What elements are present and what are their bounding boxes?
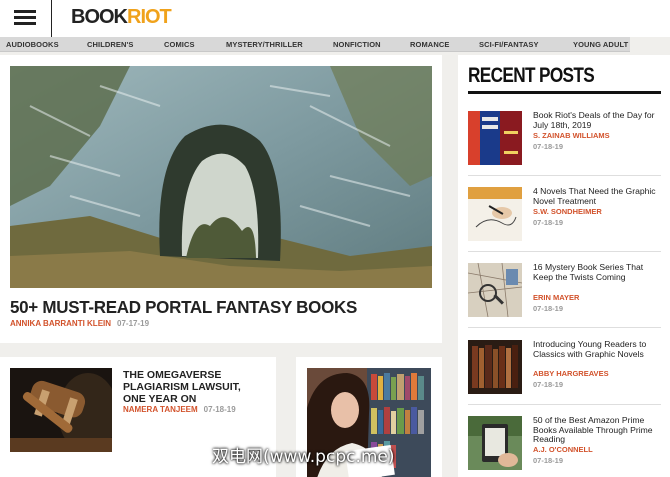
nav-item-romance[interactable]: ROMANCE [410,37,449,52]
post-title[interactable]: Introducing Young Readers to Classics wi… [533,339,663,359]
site-header: BOOKRIOT [0,0,670,37]
article-meta: NAMERA TANJEEM 07-18-19 [123,405,236,414]
page: BOOKRIOT AUDIOBOOKS CHILDREN'S COMICS MY… [0,0,670,477]
post-date: 07-18-19 [533,218,564,227]
featured-article: 50+ MUST-READ PORTAL FANTASY BOOKS ANNIK… [0,55,442,343]
heading-rule [468,91,661,94]
site-logo[interactable]: BOOKRIOT [71,6,172,29]
featured-date: 07-17-19 [117,319,150,328]
recent-posts-sidebar: RECENT POSTS Book Riot's Deals of the Da… [458,55,670,477]
post-title[interactable]: 16 Mystery Book Series That Keep the Twi… [533,262,663,282]
watermark-text: 双电网(www.pcpc.me) [212,447,395,467]
post-title[interactable]: Book Riot's Deals of the Day for July 18… [533,110,663,130]
logo-text-accent: RIOT [127,6,172,28]
post-thumbnail-ereader[interactable] [468,416,522,470]
nav-item-nonfiction[interactable]: NONFICTION [333,37,381,52]
featured-title[interactable]: 50+ MUST-READ PORTAL FANTASY BOOKS [10,298,357,319]
article-author[interactable]: NAMERA TANJEEM [123,405,198,414]
post-author[interactable]: A.J. O'CONNELL [533,445,593,454]
nav-item-audiobooks[interactable]: AUDIOBOOKS [6,37,59,52]
category-nav: AUDIOBOOKS CHILDREN'S COMICS MYSTERY/THR… [0,37,630,52]
post-date: 07-18-19 [533,304,564,313]
post-date: 07-18-19 [533,456,564,465]
post-date: 07-18-19 [533,142,564,151]
recent-post: 16 Mystery Book Series That Keep the Twi… [468,262,663,333]
nav-item-mystery-thriller[interactable]: MYSTERY/THRILLER [226,37,303,52]
post-thumbnail-book-covers[interactable] [468,111,522,165]
recent-post: Introducing Young Readers to Classics wi… [468,339,663,410]
nav-item-comics[interactable]: COMICS [164,37,195,52]
featured-meta: ANNIKA BARRANTI KLEIN 07-17-19 [10,319,149,328]
nav-item-young-adult[interactable]: YOUNG ADULT [573,37,628,52]
featured-image-rock-arch[interactable] [10,66,432,288]
post-divider [468,251,661,252]
recent-posts-heading: RECENT POSTS [468,64,595,87]
featured-author[interactable]: ANNIKA BARRANTI KLEIN [10,319,111,328]
post-divider [468,175,661,176]
nav-item-scifi-fantasy[interactable]: SCI-FI/FANTASY [479,37,539,52]
post-author[interactable]: S. ZAINAB WILLIAMS [533,131,610,140]
post-author[interactable]: S.W. SONDHEIMER [533,207,602,216]
post-divider [468,404,661,405]
logo-text-main: BOOK [71,6,128,28]
article-title[interactable]: THE OMEGAVERSE PLAGIARISM LAWSUIT, ONE Y… [123,369,263,405]
recent-post: 4 Novels That Need the Graphic Novel Tre… [468,186,663,257]
menu-icon[interactable] [10,6,40,30]
post-title[interactable]: 50 of the Best Amazon Prime Books Availa… [533,415,663,445]
post-author[interactable]: ERIN MAYER [533,293,579,302]
post-date: 07-18-19 [533,380,564,389]
header-divider [51,0,52,37]
post-author[interactable]: ABBY HARGREAVES [533,369,609,378]
post-thumbnail-old-books[interactable] [468,340,522,394]
post-thumbnail-map[interactable] [468,263,522,317]
article-date: 07-18-19 [203,405,236,414]
nav-item-childrens[interactable]: CHILDREN'S [87,37,134,52]
recent-post: 50 of the Best Amazon Prime Books Availa… [468,415,663,477]
gavel-image[interactable] [10,368,112,452]
post-divider [468,327,661,328]
post-thumbnail-drawing[interactable] [468,187,522,241]
recent-post: Book Riot's Deals of the Day for July 18… [468,110,663,181]
post-title[interactable]: 4 Novels That Need the Graphic Novel Tre… [533,186,663,206]
